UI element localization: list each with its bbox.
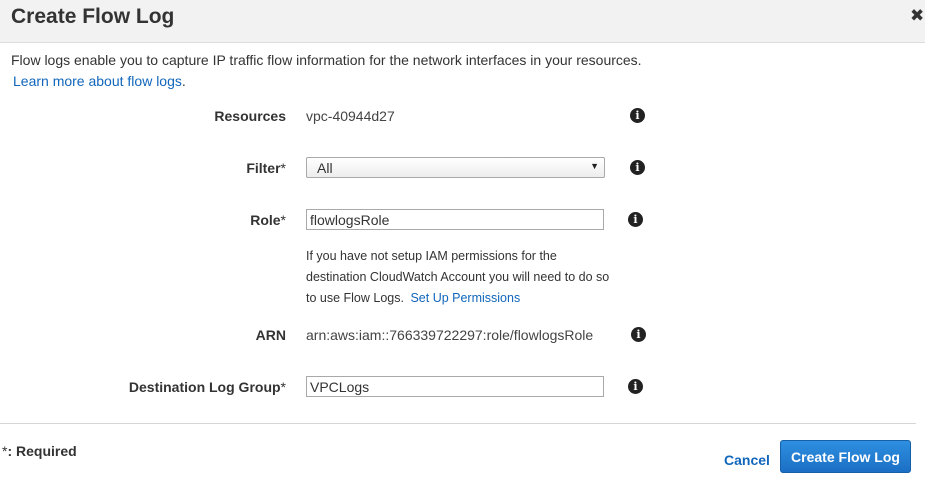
set-up-permissions-link[interactable]: Set Up Permissions (407, 291, 520, 305)
create-flow-log-dialog: Create Flow Log ✖ Flow logs enable you t… (0, 0, 925, 488)
role-input[interactable] (306, 209, 604, 230)
filter-label: Filter* (246, 160, 286, 176)
required-note: *: Required (2, 443, 77, 459)
learn-more-link[interactable]: Learn more about flow logs (11, 71, 182, 92)
role-help-text: If you have not setup IAM permissions fo… (306, 246, 611, 309)
dialog-header: Create Flow Log ✖ (0, 0, 925, 43)
dialog-title: Create Flow Log (11, 5, 175, 28)
role-info-icon[interactable]: i (628, 212, 643, 227)
cancel-button[interactable]: Cancel (724, 452, 770, 468)
learn-more-period: . (181, 73, 186, 89)
close-icon[interactable]: ✖ (910, 6, 924, 26)
chevron-down-icon: ▼ (590, 161, 599, 171)
arn-info-icon[interactable]: i (631, 327, 646, 342)
arn-value: arn:aws:iam::766339722297:role/flowlogsR… (306, 327, 594, 343)
resources-value: vpc-40944d27 (306, 108, 395, 124)
log-group-input[interactable] (306, 376, 604, 397)
arn-label: ARN (255, 327, 286, 343)
filter-selected-value: All (317, 160, 333, 176)
role-label: Role* (250, 212, 286, 228)
filter-info-icon[interactable]: i (630, 160, 645, 175)
resources-info-icon[interactable]: i (630, 108, 645, 123)
intro-description: Flow logs enable you to capture IP traff… (11, 52, 642, 68)
resources-label: Resources (214, 108, 286, 124)
create-flow-log-button[interactable]: Create Flow Log (780, 440, 911, 473)
log-group-info-icon[interactable]: i (628, 379, 643, 394)
filter-select[interactable]: All ▼ (306, 157, 605, 178)
footer-divider (0, 423, 916, 424)
log-group-label: Destination Log Group* (128, 379, 286, 395)
intro-text: Flow logs enable you to capture IP traff… (11, 50, 911, 92)
